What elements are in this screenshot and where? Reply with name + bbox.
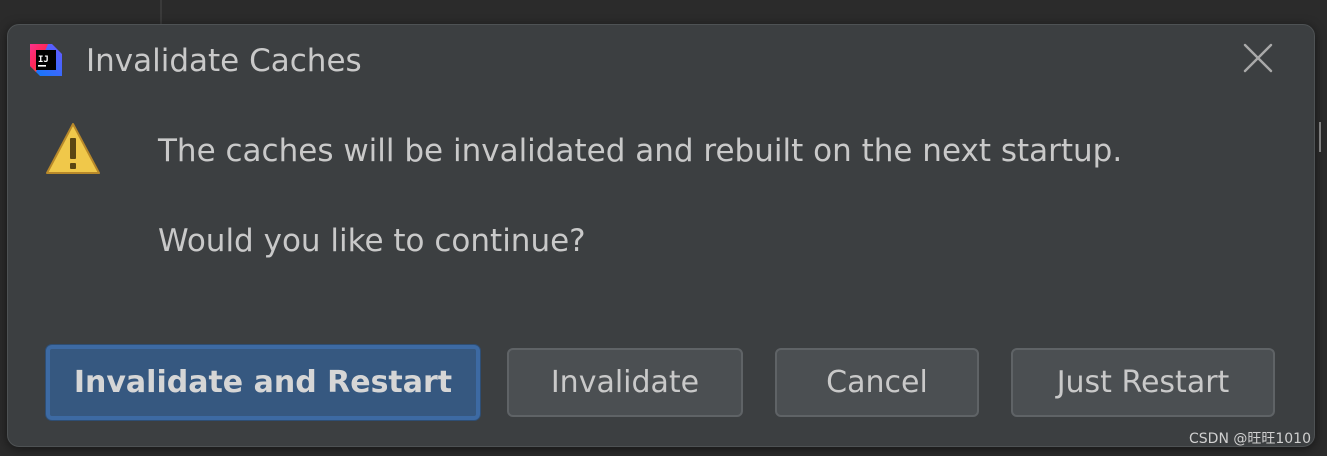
cancel-button[interactable]: Cancel — [775, 348, 979, 417]
dialog-title: Invalidate Caches — [86, 43, 362, 79]
intellij-idea-icon: IJ — [28, 42, 64, 78]
background-edge-mark — [1319, 122, 1327, 152]
invalidate-caches-dialog: IJ Invalidate Caches The caches will be … — [7, 24, 1315, 447]
dialog-message: The caches will be invalidated and rebui… — [158, 133, 1123, 169]
just-restart-button[interactable]: Just Restart — [1011, 348, 1275, 417]
invalidate-button[interactable]: Invalidate — [507, 348, 743, 417]
dialog-title-bar[interactable]: IJ Invalidate Caches — [8, 25, 1314, 97]
invalidate-and-restart-button[interactable]: Invalidate and Restart — [46, 345, 480, 420]
dialog-question: Would you like to continue? — [158, 223, 586, 259]
svg-text:IJ: IJ — [38, 55, 49, 65]
warning-triangle-icon — [44, 121, 102, 177]
close-icon[interactable] — [1240, 40, 1276, 76]
watermark: CSDN @旺旺1010 — [1189, 431, 1311, 447]
